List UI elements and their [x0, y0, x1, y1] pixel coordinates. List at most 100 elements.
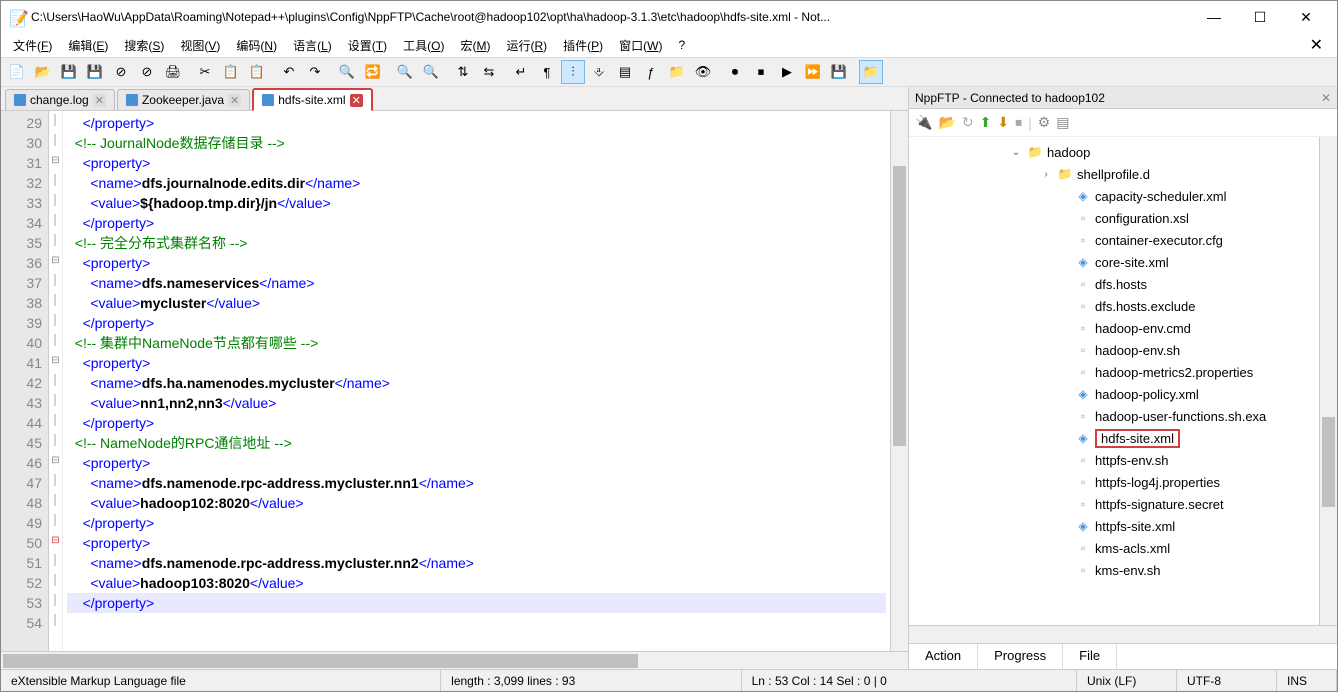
- save-icon: [126, 94, 138, 106]
- menu-窗口W[interactable]: 窗口(W): [611, 35, 670, 56]
- messages-icon[interactable]: ▤: [1056, 114, 1069, 131]
- save-all-button[interactable]: 💾: [83, 60, 107, 84]
- record-macro-button[interactable]: ⏺: [723, 60, 747, 84]
- tree-item-hadoop-user-functions.sh.exa[interactable]: ▫hadoop-user-functions.sh.exa: [909, 405, 1319, 427]
- cut-button[interactable]: ✂: [193, 60, 217, 84]
- tree-item-shellprofile.d[interactable]: ›📁shellprofile.d: [909, 163, 1319, 185]
- ftp-tab-file[interactable]: File: [1063, 644, 1117, 669]
- indent-guide-button[interactable]: ⫶: [561, 60, 585, 84]
- ftp-tab-action[interactable]: Action: [909, 644, 978, 669]
- status-eol: Unix (LF): [1077, 670, 1177, 691]
- tree-item-hadoop-env.sh[interactable]: ▫hadoop-env.sh: [909, 339, 1319, 361]
- menu-宏M[interactable]: 宏(M): [452, 35, 498, 56]
- menu-搜索S[interactable]: 搜索(S): [116, 35, 172, 56]
- save-button[interactable]: 💾: [57, 60, 81, 84]
- ftp-vertical-scrollbar[interactable]: [1319, 137, 1337, 625]
- close-file-button[interactable]: ⊘: [109, 60, 133, 84]
- editor-horizontal-scrollbar[interactable]: [1, 651, 908, 669]
- abort-icon[interactable]: ⏹: [1015, 114, 1022, 131]
- tree-item-core-site.xml[interactable]: ◈core-site.xml: [909, 251, 1319, 273]
- code-content[interactable]: </property> <!-- JournalNode数据存储目录 --> <…: [63, 111, 890, 651]
- zoom-in-button[interactable]: 🔍: [393, 60, 417, 84]
- tree-item-dfs.hosts.exclude[interactable]: ▫dfs.hosts.exclude: [909, 295, 1319, 317]
- ftp-horizontal-scrollbar[interactable]: [909, 625, 1337, 643]
- menu-插件P[interactable]: 插件(P): [555, 35, 611, 56]
- refresh-icon[interactable]: ↻: [962, 114, 974, 131]
- tree-item-hadoop[interactable]: ⌄📁hadoop: [909, 141, 1319, 163]
- menu-[interactable]: ?: [670, 36, 693, 54]
- udl-button[interactable]: ⎀: [587, 60, 611, 84]
- ftp-tab-progress[interactable]: Progress: [978, 644, 1063, 669]
- find-button[interactable]: 🔍: [335, 60, 359, 84]
- tree-item-httpfs-env.sh[interactable]: ▫httpfs-env.sh: [909, 449, 1319, 471]
- nppftp-button[interactable]: 📁: [859, 60, 883, 84]
- tree-item-configuration.xsl[interactable]: ▫configuration.xsl: [909, 207, 1319, 229]
- redo-button[interactable]: ↷: [303, 60, 327, 84]
- close-icon[interactable]: ✕: [350, 94, 363, 107]
- wordwrap-button[interactable]: ↵: [509, 60, 533, 84]
- tree-item-httpfs-log4j.properties[interactable]: ▫httpfs-log4j.properties: [909, 471, 1319, 493]
- tree-item-dfs.hosts[interactable]: ▫dfs.hosts: [909, 273, 1319, 295]
- tree-item-httpfs-site.xml[interactable]: ◈httpfs-site.xml: [909, 515, 1319, 537]
- menu-视图V[interactable]: 视图(V): [172, 35, 228, 56]
- close-icon[interactable]: ✕: [93, 94, 106, 107]
- save-macro-button[interactable]: 💾: [827, 60, 851, 84]
- status-length: length : 3,099 lines : 93: [441, 670, 741, 691]
- tree-item-hdfs-site.xml[interactable]: ◈hdfs-site.xml: [909, 427, 1319, 449]
- connect-icon[interactable]: 🔌: [915, 114, 932, 131]
- open-icon[interactable]: 📂: [938, 114, 955, 131]
- close-button[interactable]: ✕: [1283, 2, 1329, 32]
- tree-item-hadoop-policy.xml[interactable]: ◈hadoop-policy.xml: [909, 383, 1319, 405]
- run-macro-multi-button[interactable]: ⏩: [801, 60, 825, 84]
- doc-map-button[interactable]: ▤: [613, 60, 637, 84]
- tree-item-capacity-scheduler.xml[interactable]: ◈capacity-scheduler.xml: [909, 185, 1319, 207]
- folder-button[interactable]: 📁: [665, 60, 689, 84]
- settings-icon[interactable]: ⚙: [1038, 114, 1051, 131]
- tab-hdfs-site.xml[interactable]: hdfs-site.xml✕: [252, 88, 373, 111]
- stop-macro-button[interactable]: ⏹: [749, 60, 773, 84]
- menu-编辑E[interactable]: 编辑(E): [60, 35, 116, 56]
- tree-item-hadoop-metrics2.properties[interactable]: ▫hadoop-metrics2.properties: [909, 361, 1319, 383]
- monitor-button[interactable]: 👁: [691, 60, 715, 84]
- tree-item-httpfs-signature.secret[interactable]: ▫httpfs-signature.secret: [909, 493, 1319, 515]
- tree-item-kms-env.sh[interactable]: ▫kms-env.sh: [909, 559, 1319, 581]
- menubar-close-icon[interactable]: ✕: [1300, 35, 1333, 55]
- folder-icon: 📁: [1027, 144, 1043, 160]
- code-editor[interactable]: 2930313233343536373839404142434445464748…: [1, 111, 908, 651]
- func-list-button[interactable]: ƒ: [639, 60, 663, 84]
- menu-运行R[interactable]: 运行(R): [498, 35, 555, 56]
- tab-Zookeeper.java[interactable]: Zookeeper.java✕: [117, 89, 250, 110]
- copy-button[interactable]: 📋: [219, 60, 243, 84]
- menu-语言L[interactable]: 语言(L): [285, 35, 340, 56]
- tree-item-hadoop-env.cmd[interactable]: ▫hadoop-env.cmd: [909, 317, 1319, 339]
- play-macro-button[interactable]: ▶: [775, 60, 799, 84]
- tree-item-container-executor.cfg[interactable]: ▫container-executor.cfg: [909, 229, 1319, 251]
- show-all-chars-button[interactable]: ¶: [535, 60, 559, 84]
- zoom-out-button[interactable]: 🔍: [419, 60, 443, 84]
- tree-item-kms-acls.xml[interactable]: ▫kms-acls.xml: [909, 537, 1319, 559]
- nppftp-close-icon[interactable]: ✕: [1321, 91, 1331, 105]
- sync-v-button[interactable]: ⇅: [451, 60, 475, 84]
- menu-设置T[interactable]: 设置(T): [340, 35, 395, 56]
- minimize-button[interactable]: ―: [1191, 2, 1237, 32]
- expand-icon[interactable]: ›: [1039, 169, 1053, 180]
- new-file-button[interactable]: 📄: [5, 60, 29, 84]
- expand-icon[interactable]: ⌄: [1009, 147, 1023, 158]
- menu-编码N[interactable]: 编码(N): [228, 35, 285, 56]
- maximize-button[interactable]: ☐: [1237, 2, 1283, 32]
- undo-button[interactable]: ↶: [277, 60, 301, 84]
- print-button[interactable]: 🖨: [161, 60, 185, 84]
- close-all-button[interactable]: ⊘: [135, 60, 159, 84]
- menu-工具O[interactable]: 工具(O): [395, 35, 452, 56]
- menu-文件F[interactable]: 文件(F): [5, 35, 60, 56]
- download-icon[interactable]: ⬇: [997, 114, 1009, 131]
- open-file-button[interactable]: 📂: [31, 60, 55, 84]
- fold-column[interactable]: ││⊟││││⊟││││⊟││││⊟│││⊟││││: [49, 111, 63, 651]
- tab-change.log[interactable]: change.log✕: [5, 89, 115, 110]
- upload-icon[interactable]: ⬆: [980, 114, 992, 131]
- paste-button[interactable]: 📋: [245, 60, 269, 84]
- replace-button[interactable]: 🔁: [361, 60, 385, 84]
- editor-vertical-scrollbar[interactable]: [890, 111, 908, 651]
- sync-h-button[interactable]: ⇆: [477, 60, 501, 84]
- close-icon[interactable]: ✕: [228, 94, 241, 107]
